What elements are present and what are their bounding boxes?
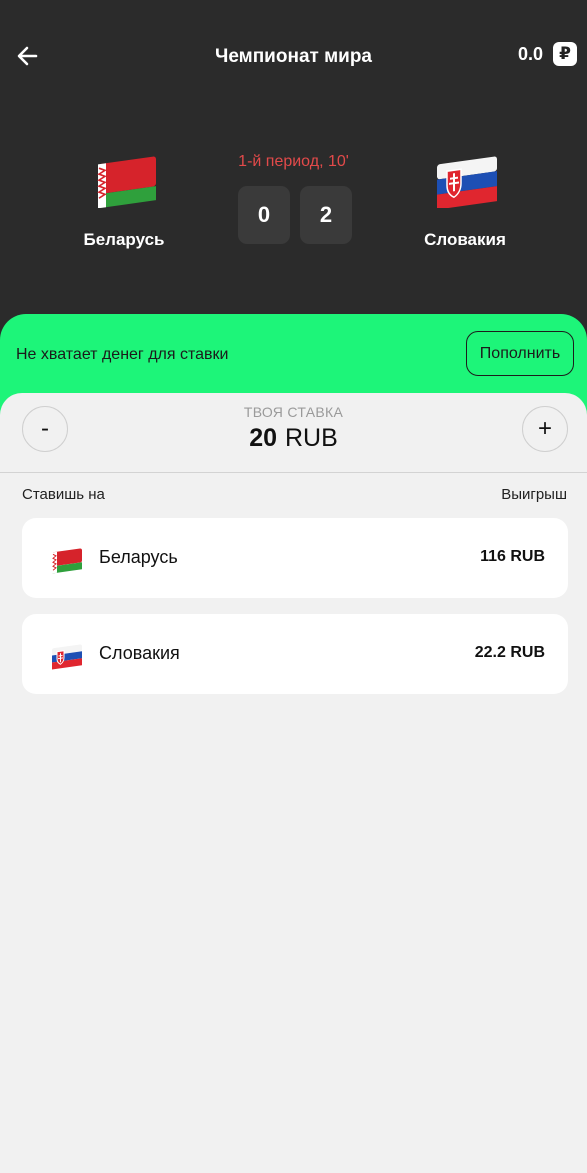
top-bar: Чемпионат мира 0.0 ₽ xyxy=(0,34,587,80)
away-score: 2 xyxy=(300,186,352,244)
stake-value: 20 RUB xyxy=(0,424,587,453)
bet-option-payout: 116 RUB xyxy=(480,548,545,565)
insufficient-funds-text: Не хватает денег для ставки xyxy=(16,346,229,363)
increase-stake-button[interactable]: + xyxy=(522,406,568,452)
payout-header: Выигрыш xyxy=(501,486,567,503)
stake-amount: 20 xyxy=(249,424,277,452)
away-team-name: Словакия xyxy=(424,230,506,249)
divider xyxy=(0,472,587,473)
away-team: Словакия xyxy=(365,148,565,250)
stake-currency: RUB xyxy=(285,424,338,452)
match-header-panel: Чемпионат мира 0.0 ₽ Беларусь 1-й период… xyxy=(0,0,587,340)
ruble-icon: ₽ xyxy=(553,42,577,66)
bet-option-slovakia[interactable]: Словакия 22.2 RUB xyxy=(22,614,568,694)
top-up-button[interactable]: Пополнить xyxy=(466,331,574,376)
home-score: 0 xyxy=(238,186,290,244)
bet-option-belarus[interactable]: Беларусь 116 RUB xyxy=(22,518,568,598)
page-title: Чемпионат мира xyxy=(214,46,373,67)
home-team-name: Беларусь xyxy=(83,230,165,249)
stake-label: ТВОЯ СТАВКА xyxy=(243,404,344,420)
bet-option-payout: 22.2 RUB xyxy=(474,644,545,661)
bet-option-team: Беларусь xyxy=(99,547,178,567)
slovakia-flag-icon xyxy=(52,644,82,670)
bet-option-team: Словакия xyxy=(99,643,180,663)
slovakia-flag-icon xyxy=(437,156,497,208)
bet-sheet: - ТВОЯ СТАВКА 20 RUB + Ставишь на Выигрыш… xyxy=(0,393,587,1173)
balance-value: 0.0 xyxy=(517,43,543,64)
belarus-flag-icon xyxy=(52,548,82,574)
balance-button[interactable]: 0.0 ₽ xyxy=(518,42,577,66)
bet-on-header: Ставишь на xyxy=(22,486,105,503)
